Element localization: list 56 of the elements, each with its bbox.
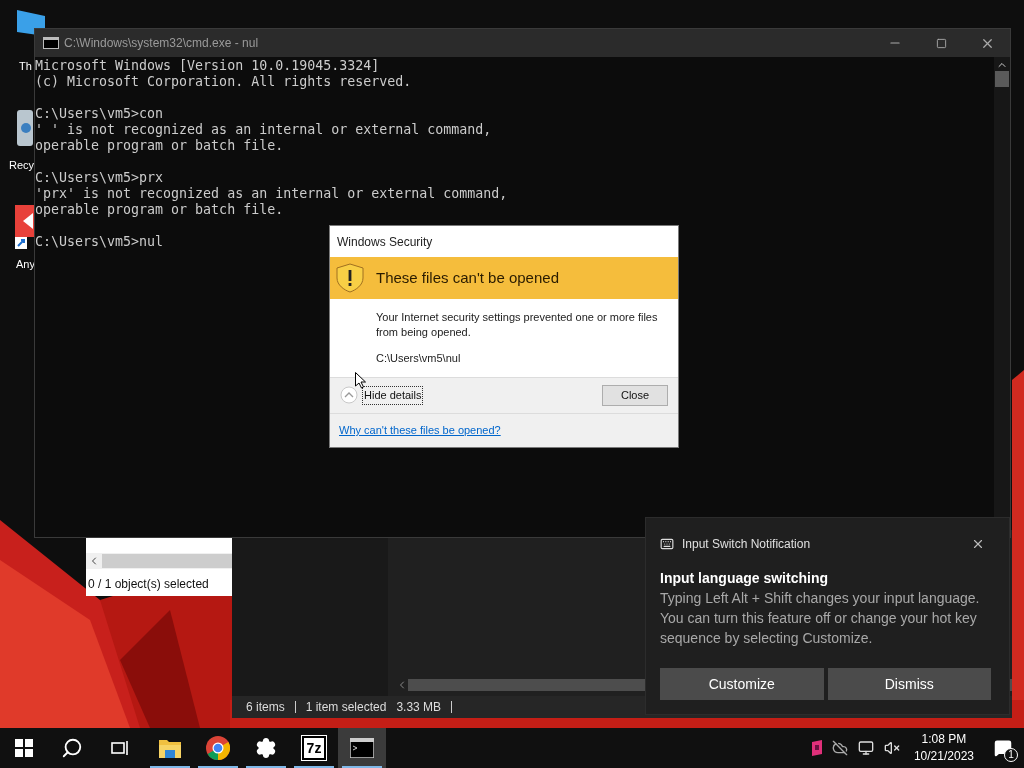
- clock-date: 10/21/2023: [913, 748, 974, 765]
- warning-shield-icon: [336, 263, 364, 293]
- console-icon: [43, 37, 59, 49]
- status-text: 1 item selected: [305, 699, 387, 716]
- desktop-icon-label[interactable]: Th: [19, 59, 32, 73]
- file-path: C:\Users\vm5\nul: [376, 351, 462, 366]
- details-toggle[interactable]: Hide details: [362, 386, 424, 405]
- keyboard-icon: [660, 537, 674, 551]
- clock[interactable]: 1:08 PM 10/21/2023: [909, 731, 978, 765]
- notification-button[interactable]: Customize: [660, 668, 824, 700]
- console-line: Microsoft Windows [Version 10.0.19045.3324]: [35, 58, 380, 74]
- console-icon: [350, 738, 374, 758]
- status-text: 6 items: [246, 699, 285, 716]
- console-line: C:\Users\vm5>con: [35, 106, 164, 122]
- taskbar-button[interactable]: 7z: [290, 728, 338, 768]
- notification-app-name: Input Switch Notification: [682, 536, 811, 553]
- console-line: (c) Microsoft Corporation. All rights reserved.: [35, 74, 412, 90]
- cloud-off-icon[interactable]: [831, 740, 848, 756]
- tray-app-icon[interactable]: [811, 740, 822, 756]
- maximize-icon: [935, 37, 947, 49]
- volume-muted-icon[interactable]: [883, 740, 900, 756]
- task-view-icon: [111, 739, 129, 757]
- dialog-title: Windows Security: [336, 234, 434, 251]
- console-line: C:\Users\vm5>prx: [35, 170, 164, 186]
- close-button[interactable]: Close: [602, 384, 668, 406]
- console-line: ' ' is not recognized as an internal or external command,: [35, 122, 492, 138]
- dialog-message: Your Internet security settings prevented one or more files from being opened.: [376, 310, 659, 340]
- desktop-icon-label[interactable]: Any: [16, 257, 35, 271]
- notification-title: Input language switching: [660, 569, 829, 588]
- clock-time: 1:08 PM: [921, 731, 967, 748]
- app-shortcut-icon: [15, 205, 35, 251]
- scrollbar-thumb[interactable]: [102, 554, 232, 568]
- status-text: 3.33 MB: [396, 699, 442, 716]
- status-text: 0 / 1 object(s) selected: [87, 576, 210, 593]
- console-line: operable program or batch file.: [35, 202, 284, 218]
- windows-logo-icon: [15, 739, 33, 757]
- network-icon[interactable]: [857, 740, 874, 756]
- taskbar-button[interactable]: [338, 728, 386, 768]
- notification-count-badge: 1: [1004, 748, 1018, 762]
- folder-icon: [159, 738, 181, 758]
- console-line: operable program or batch file.: [35, 138, 284, 154]
- search-icon: [61, 737, 83, 759]
- scrollbar-thumb[interactable]: [995, 71, 1009, 87]
- notification-body: Typing Left Alt + Shift changes your input language. You can turn this feature off or change your hot key sequence by selecting Customize.: [660, 589, 981, 648]
- desktop-icon-label[interactable]: Recy: [9, 158, 35, 172]
- console-line: C:\Users\vm5>nul: [35, 234, 164, 250]
- close-icon[interactable]: [971, 537, 985, 551]
- window-title: C:\Windows\system32\cmd.exe - nul: [64, 35, 259, 52]
- archiver-icon: 7z: [301, 736, 327, 760]
- cursor-icon: [355, 372, 366, 389]
- recycle-bin-icon: [15, 108, 33, 148]
- notification-button[interactable]: Dismiss: [827, 668, 991, 700]
- console-line: 'prx' is not recognized as an internal or external command,: [35, 186, 508, 202]
- chevron-circle-icon[interactable]: [340, 386, 358, 405]
- browser-icon: [206, 736, 230, 760]
- dialog-heading: These files can't be opened: [376, 267, 559, 288]
